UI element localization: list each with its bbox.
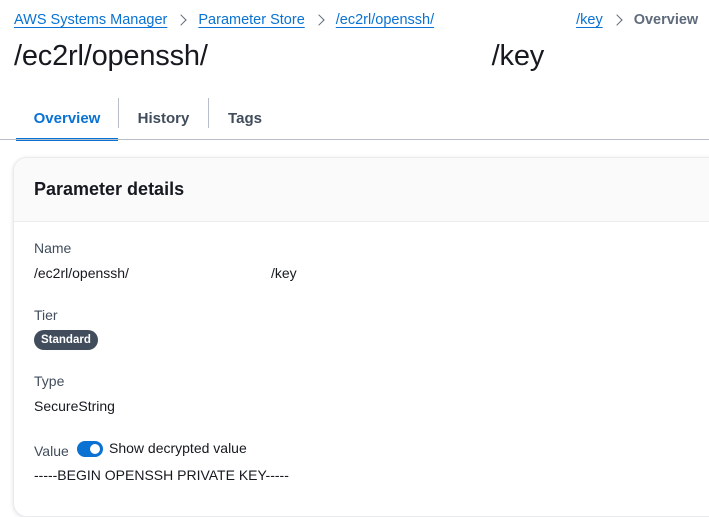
name-value-prefix: /ec2rl/openssh/ — [34, 265, 129, 281]
chevron-right-icon — [175, 14, 188, 26]
type-value: SecureString — [34, 398, 115, 414]
toggle-knob — [90, 444, 100, 454]
chevron-right-icon — [611, 14, 623, 26]
page-title-suffix: /key — [491, 40, 545, 72]
tab-list: Overview History Tags — [16, 96, 709, 141]
panel-title: Parameter details — [34, 179, 185, 199]
breadcrumb-current: Overview — [633, 12, 699, 28]
breadcrumb-parameter-suffix: /key — [576, 12, 603, 28]
parameter-value: -----BEGIN OPENSSH PRIVATE KEY----- — [34, 467, 289, 483]
breadcrumb-parameter-store[interactable]: Parameter Store — [198, 12, 304, 28]
page-title-prefix: /ec2rl/openssh/ — [14, 40, 208, 72]
name-value: /ec2rl/openssh/ /key — [34, 265, 297, 281]
tab-overview[interactable]: Overview — [16, 96, 118, 141]
name-value-suffix: /key — [270, 265, 297, 281]
tab-tags[interactable]: Tags — [209, 96, 281, 140]
tab-history[interactable]: History — [119, 96, 208, 140]
parameter-details-panel: Parameter details Name /ec2rl/openssh/ /k… — [13, 157, 709, 517]
breadcrumb-parameter[interactable]: /ec2rl/openssh/ /key — [336, 12, 603, 28]
value-label: Value — [34, 443, 69, 459]
panel-header: Parameter details — [14, 158, 709, 222]
tier-badge: Standard — [34, 330, 98, 350]
page-title: /ec2rl/openssh/ /key — [14, 40, 544, 73]
show-decrypted-label[interactable]: Show decrypted value — [109, 440, 247, 456]
chevron-right-icon — [313, 14, 325, 26]
breadcrumb: AWS Systems Manager Parameter Store /ec2… — [14, 12, 698, 28]
tabs-divider — [0, 139, 709, 140]
name-label: Name — [34, 240, 72, 256]
show-decrypted-toggle[interactable] — [77, 441, 103, 457]
breadcrumb-parameter-prefix: /ec2rl/openssh/ — [335, 12, 435, 28]
tier-label: Tier — [34, 307, 58, 323]
breadcrumb-systems-manager[interactable]: AWS Systems Manager — [14, 12, 167, 28]
type-label: Type — [34, 373, 65, 389]
